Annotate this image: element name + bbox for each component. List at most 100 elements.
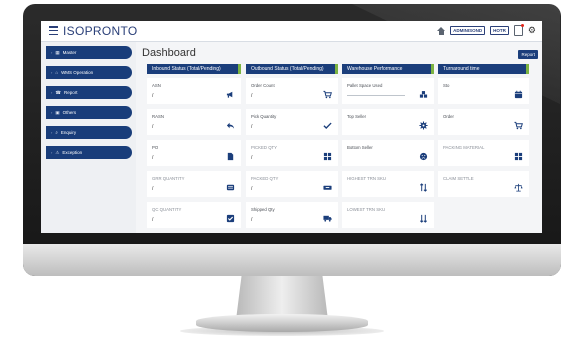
stat-card-picked-qty[interactable]: PICKED QTY /	[246, 140, 338, 166]
stat-label: Order	[443, 114, 454, 119]
calendar-icon	[514, 86, 523, 99]
file-icon	[226, 148, 235, 161]
truck-icon	[323, 210, 332, 222]
boxes-icon	[323, 179, 332, 190]
warehouse-badge[interactable]: HOTR	[490, 26, 509, 35]
stat-label: PICKED QTY	[251, 145, 278, 150]
stat-card-highest-trn-sku[interactable]: HIGHEST TRN SKU	[342, 171, 434, 197]
stat-label: Shipped Qty	[251, 207, 275, 212]
sidebar-item-enquiry[interactable]: › ⌕ Enquiry	[46, 126, 132, 139]
stat-value: /	[152, 124, 154, 130]
home-icon[interactable]	[437, 26, 446, 35]
stat-card-rasn[interactable]: RASN /	[147, 109, 241, 135]
search-icon: ⌕	[55, 130, 58, 135]
home-icon: ⌂	[55, 70, 59, 75]
stat-value: /	[251, 155, 253, 161]
stat-label: ASN	[152, 83, 161, 88]
sidebar-item-label: Exception	[62, 150, 83, 155]
stat-card-packing-material[interactable]: PACKING MATERIAL	[438, 140, 529, 166]
sidebar-item-exception[interactable]: › ⚠ Exception	[46, 146, 132, 159]
stat-card-claim-settle[interactable]: CLAIM SETTLE	[438, 171, 529, 197]
sidebar: › ▦ Master › ⌂ WMS Operation › ☎ Report › ▣ Others ›…	[41, 42, 136, 233]
page-title: Dashboard	[142, 47, 196, 59]
chevron-right-icon: ›	[51, 110, 53, 115]
stat-card-packed-qty[interactable]: PACKED QTY /	[246, 171, 338, 197]
frown-icon	[419, 148, 428, 161]
sort-up-icon	[419, 179, 428, 192]
stat-card-sto[interactable]: Sto	[438, 78, 529, 104]
sidebar-item-master[interactable]: › ▦ Master	[46, 46, 132, 59]
stat-card-pick-quantity[interactable]: Pick Quantity /	[246, 109, 338, 135]
stat-label: Bottom Seller	[347, 145, 373, 150]
chevron-right-icon: ›	[51, 50, 53, 55]
stat-card-grr-quantity[interactable]: GRR QUANTITY /	[147, 171, 241, 197]
stat-label: LOWEST TRN SKU	[347, 207, 386, 212]
cog-icon	[419, 117, 428, 130]
stat-value: /	[152, 186, 154, 192]
stat-label: PACKING MATERIAL	[443, 145, 485, 150]
check-icon	[323, 117, 332, 129]
cart-icon	[323, 86, 332, 99]
stat-card-shipped-qty[interactable]: Shipped Qty /	[246, 202, 338, 228]
hamburger-menu-icon[interactable]	[49, 26, 58, 35]
sidebar-item-label: Master	[62, 50, 77, 55]
stat-card-order-count[interactable]: Order Count /	[246, 78, 338, 104]
column-header-2: Warehouse Performance	[342, 64, 434, 74]
sidebar-item-wms-operation[interactable]: › ⌂ WMS Operation	[46, 66, 132, 79]
stat-card-po[interactable]: PO /	[147, 140, 241, 166]
stat-value: /	[251, 186, 253, 192]
stat-label: Sto	[443, 83, 450, 88]
stat-card-pallet-space-used[interactable]: Pallet Space Used	[342, 78, 434, 104]
monitor-chin	[23, 244, 561, 276]
sidebar-item-label: WMS Operation	[61, 70, 94, 75]
sidebar-item-report[interactable]: › ☎ Report	[46, 86, 132, 99]
top-right-tools: ADMINISOND HOTR ⚙	[437, 24, 536, 36]
stat-label: PACKED QTY	[251, 176, 279, 181]
sidebar-item-label: Enquiry	[60, 130, 77, 135]
grid-icon: ▦	[55, 49, 60, 55]
grid-icon	[514, 148, 523, 161]
stat-label: RASN	[152, 114, 164, 119]
megaphone-icon	[226, 86, 235, 98]
stat-value: /	[152, 217, 154, 223]
stat-card-order[interactable]: Order	[438, 109, 529, 135]
column-header-1: Outbound Status (Total/Pending)	[246, 64, 338, 74]
cart-icon	[514, 117, 523, 130]
app-screen: ISOPRONTO ADMINISOND HOTR ⚙ › ▦ Master › ⌂ WM…	[41, 21, 542, 233]
stat-label: Pallet Space Used	[347, 83, 383, 88]
phone-icon: ☎	[55, 89, 61, 95]
monitor-stand-base	[196, 314, 368, 332]
stat-card-qc-quantity[interactable]: QC QUANTITY /	[147, 202, 241, 228]
stat-label: HIGHEST TRN SKU	[347, 176, 386, 181]
chevron-right-icon: ›	[51, 130, 53, 135]
stat-card-bottom-seller[interactable]: Bottom Seller	[342, 140, 434, 166]
stat-card-top-seller[interactable]: Top Seller	[342, 109, 434, 135]
top-bar: ISOPRONTO ADMINISOND HOTR ⚙	[41, 21, 542, 42]
sort-down-icon	[419, 210, 428, 223]
list-icon	[226, 179, 235, 191]
column-header-3: Turnaround time	[438, 64, 529, 74]
chevron-right-icon: ›	[51, 90, 53, 95]
stat-value: /	[152, 155, 154, 161]
stat-card-asn[interactable]: ASN /	[147, 78, 241, 104]
reply-icon	[226, 117, 235, 129]
chevron-right-icon: ›	[51, 70, 53, 75]
stat-label: Top Seller	[347, 114, 367, 119]
notifications-icon[interactable]	[513, 24, 524, 36]
stat-value: /	[152, 93, 154, 99]
grid-icon	[323, 148, 332, 161]
stat-label: GRR QUANTITY	[152, 176, 185, 181]
scale-icon	[514, 179, 523, 192]
box-icon: ▣	[55, 109, 60, 115]
sidebar-item-others[interactable]: › ▣ Others	[46, 106, 132, 119]
user-badge[interactable]: ADMINISOND	[450, 26, 486, 35]
sidebar-item-label: Report	[63, 90, 78, 95]
brand-logo[interactable]: ISOPRONTO	[63, 24, 138, 38]
report-button[interactable]: Report	[518, 50, 538, 59]
stat-card-lowest-trn-sku[interactable]: LOWEST TRN SKU	[342, 202, 434, 228]
warning-icon: ⚠	[55, 149, 60, 155]
settings-gear-icon[interactable]: ⚙	[528, 26, 536, 35]
stat-label: Order Count	[251, 83, 275, 88]
chevron-right-icon: ›	[51, 150, 53, 155]
pallet-space-progress-bar	[347, 95, 405, 96]
